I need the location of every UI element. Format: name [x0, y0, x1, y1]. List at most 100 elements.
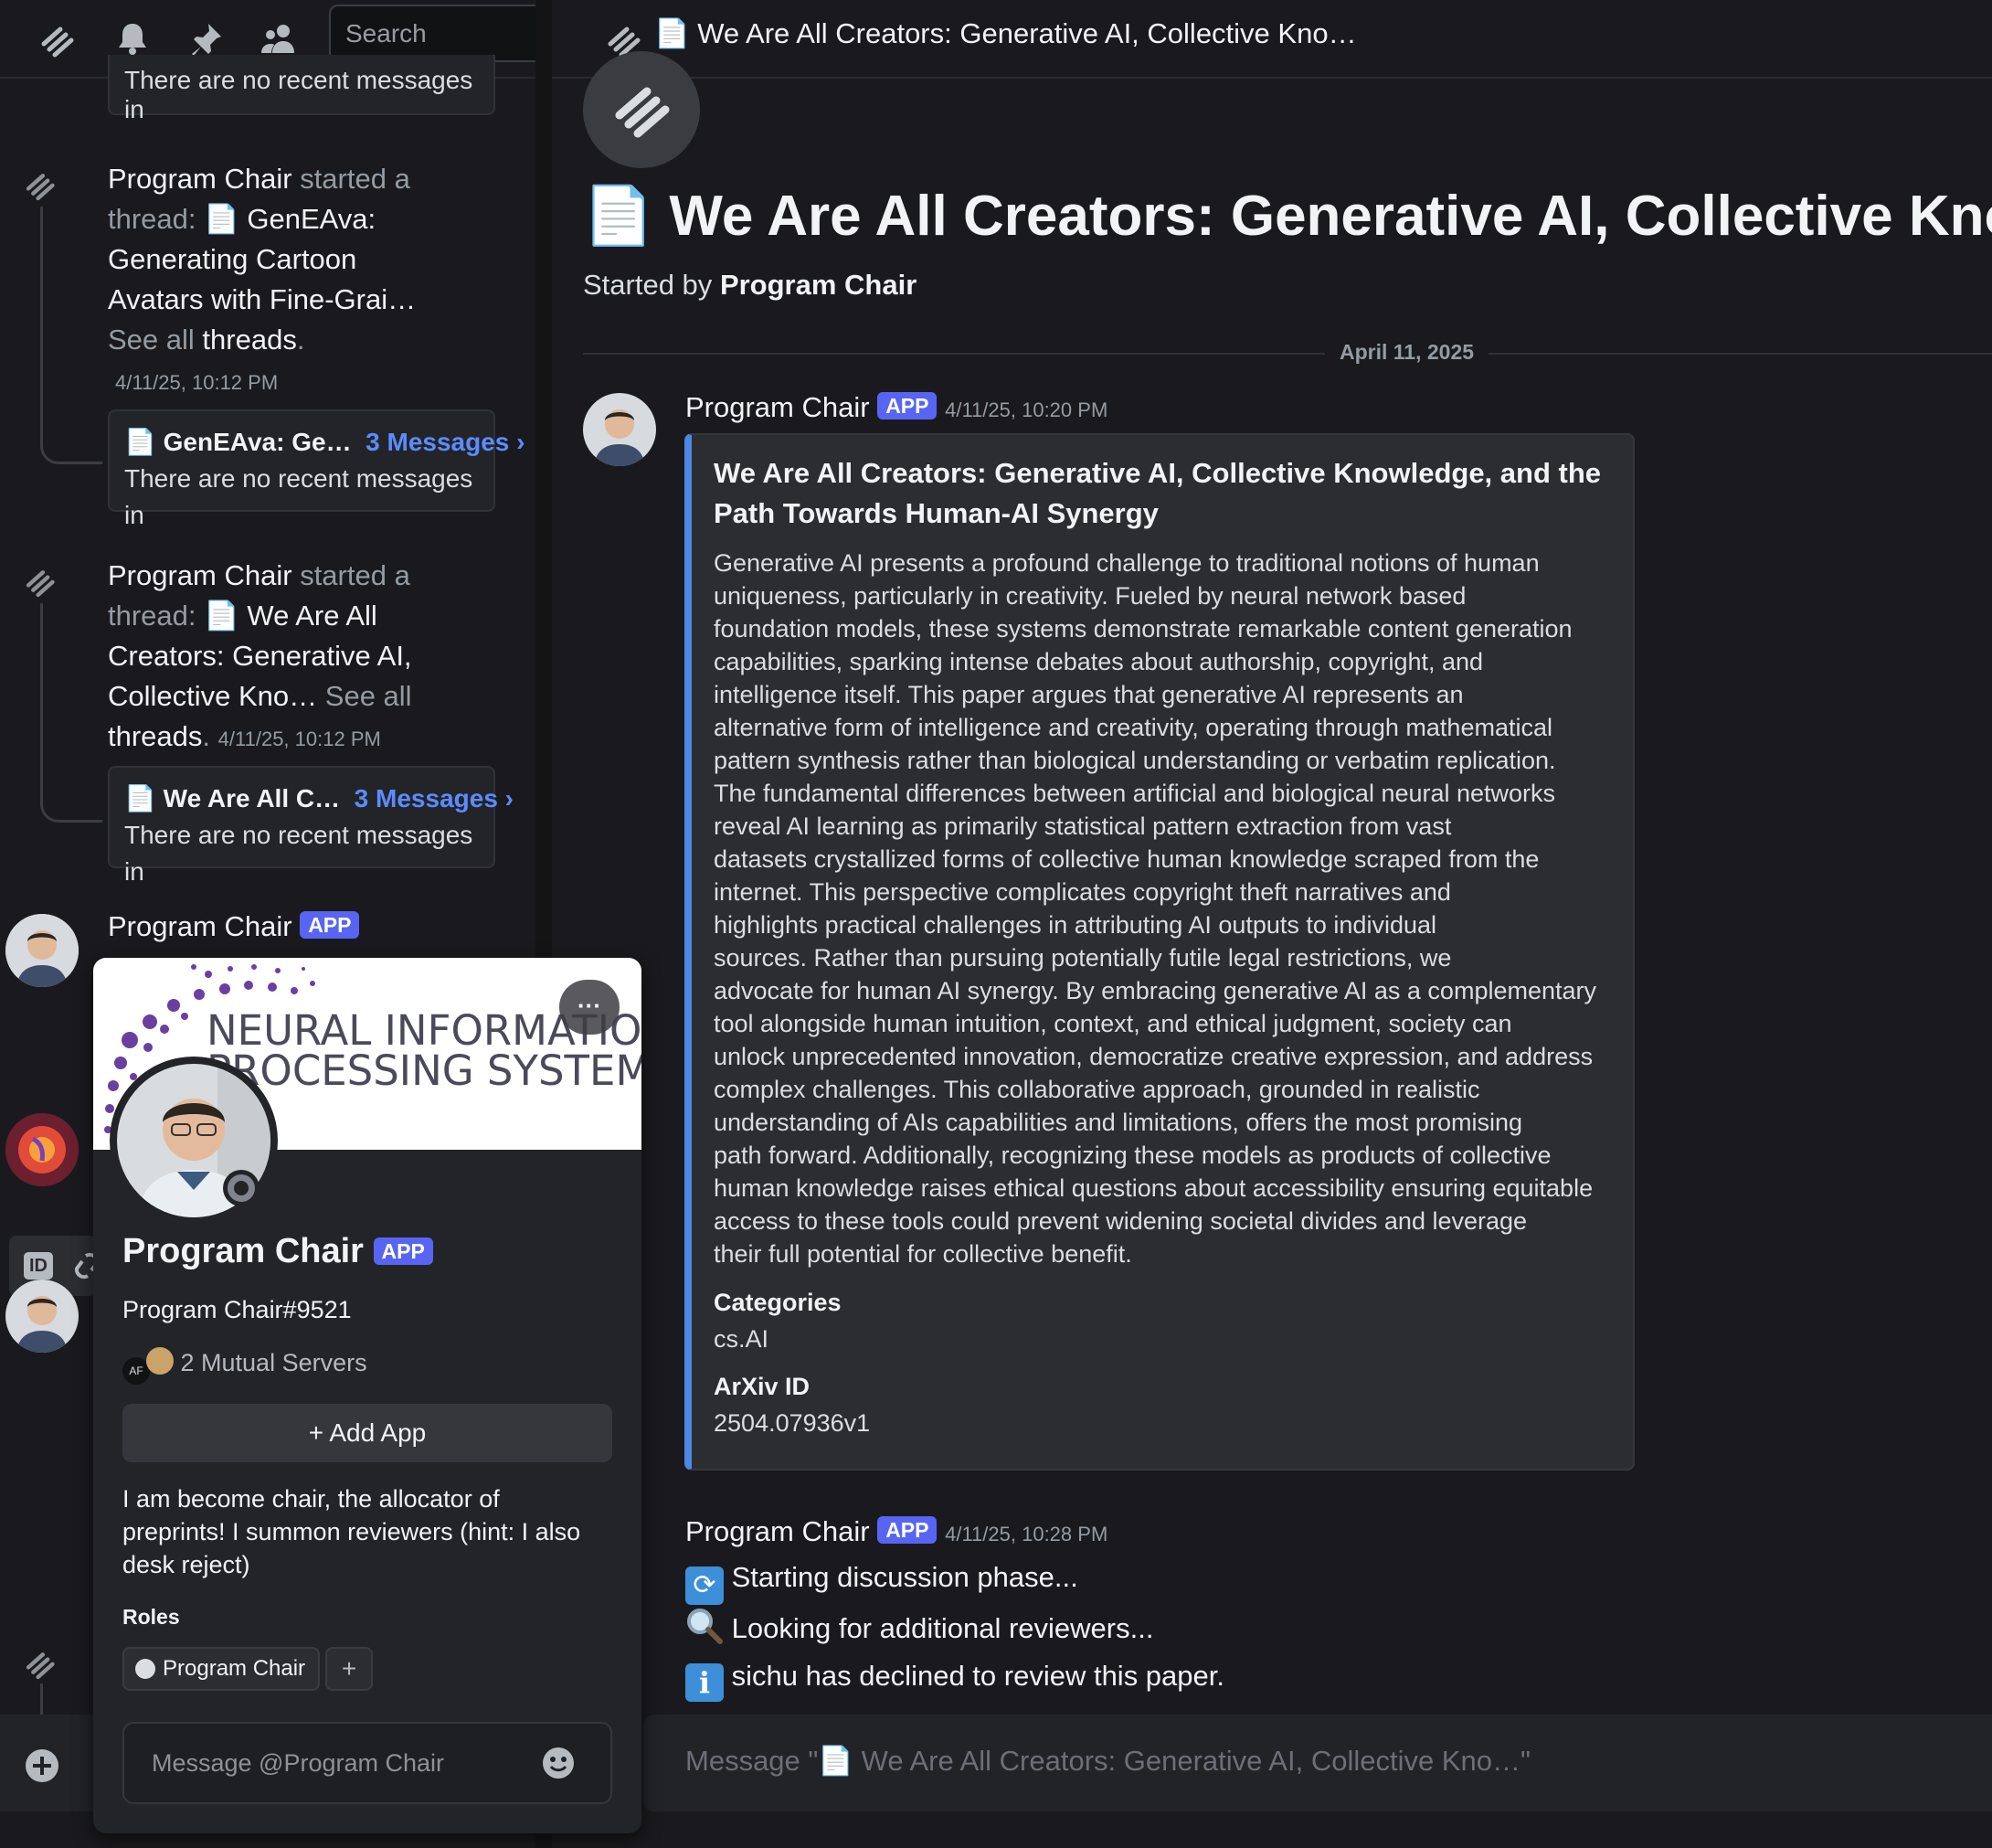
embed-field-name: ArXiv ID: [714, 1373, 811, 1400]
status-indicator: [223, 1170, 260, 1206]
abstract-line: sources. Rather than pursuing potentiall…: [714, 944, 1452, 972]
thread-preview-text: There are no recent messages in: [124, 464, 473, 529]
search-input[interactable]: Search: [329, 5, 548, 62]
id-icon[interactable]: ID: [24, 1252, 53, 1280]
profile-username: Program Chair#9521: [122, 1296, 352, 1323]
threads-icon: [22, 165, 62, 205]
message-header: Program Chair APP 4/11/25, 10:20 PM: [685, 391, 1107, 424]
message-body: ⟳ Starting discussion phase... Looking f…: [685, 1554, 1224, 1702]
plus-circle-icon[interactable]: [24, 1747, 60, 1784]
thread-preview-card[interactable]: 📄 GenEAva: Ge… 3 Messages › There are no…: [108, 409, 524, 529]
author-name[interactable]: Program Chair: [108, 163, 292, 195]
thread-view: 📄 We Are All Creators: Generative AI, Co…: [552, 0, 1992, 1848]
more-options-button[interactable]: ···: [559, 980, 620, 1035]
message-line: ⟳ Starting discussion phase...: [685, 1554, 1224, 1605]
date-divider-line: [583, 353, 1992, 355]
app-badge: APP: [300, 911, 360, 939]
message-composer[interactable]: Message "📄 We Are All Creators: Generati…: [643, 1715, 1992, 1811]
abstract-line: understanding of AIs capabilities and li…: [714, 1109, 1522, 1136]
message-line: i sichu has declined to review this pape…: [685, 1652, 1224, 1702]
message-header: Program Chair APP: [108, 910, 360, 943]
author-name[interactable]: Program Chair: [720, 269, 917, 301]
abstract-line: complex challenges. This collaborative a…: [714, 1076, 1480, 1103]
abstract-line: access to these tools could prevent wide…: [714, 1207, 1528, 1235]
message-line: Looking for additional reviewers...: [685, 1605, 1224, 1652]
abstract-line: uniqueness, particularly in creativity. …: [714, 582, 1467, 610]
popup-message-input[interactable]: Message @Program Chair: [122, 1722, 612, 1804]
thread-card-title: We Are All C…: [163, 784, 341, 812]
document-icon: 📄: [204, 203, 239, 235]
abstract-line: human knowledge raises ethical questions…: [714, 1174, 1594, 1202]
embed-field-name: Categories: [714, 1289, 842, 1316]
avatar[interactable]: [5, 914, 79, 987]
abstract-line: advocate for human AI synergy. By embrac…: [714, 977, 1597, 1004]
abstract-line: alternative form of intelligence and cre…: [714, 714, 1552, 741]
abstract-line: Generative AI presents a profound challe…: [714, 549, 1540, 577]
embed-field-value: 2504.07936v1: [714, 1409, 871, 1437]
role-pill[interactable]: Program Chair: [122, 1647, 321, 1691]
profile-name: Program Chair: [122, 1232, 364, 1270]
abstract-line: internet. This perspective complicates c…: [714, 878, 1451, 906]
app-badge: APP: [877, 392, 938, 420]
thread-preview-card[interactable]: 📄 We Are All C… 3 Messages › There are n…: [108, 766, 514, 886]
thread-header: 📄 We Are All Creators: Generative AI, Co…: [552, 0, 1992, 79]
thread-started-notice: Program Chair started a thread: 📄 We Are…: [108, 559, 412, 752]
thread-preview-text: There are no recent messages in: [124, 821, 473, 886]
thread-card-title: GenEAva: Ge…: [163, 428, 352, 456]
profile-name-row: Program Chair APP: [122, 1232, 433, 1271]
roles-heading: Roles: [122, 1605, 180, 1629]
popup-message-placeholder: Message @Program Chair: [152, 1749, 445, 1777]
thread-connector: [40, 603, 102, 823]
info-emoji-icon: i: [685, 1663, 724, 1702]
abstract-line: tool alongside human intuition, context,…: [714, 1010, 1512, 1037]
see-all-threads-link[interactable]: threads: [108, 720, 202, 752]
add-app-button[interactable]: + Add App: [122, 1404, 612, 1462]
thread-icon-circle: [583, 51, 700, 168]
abstract-line: highlights practical challenges in attri…: [714, 911, 1436, 939]
author-name[interactable]: Program Chair: [108, 559, 292, 591]
embed-abstract: Generative AI presents a profound challe…: [714, 547, 1596, 1270]
abstract-line: datasets crystallized forms of collectiv…: [714, 845, 1540, 873]
see-all-threads-link[interactable]: threads: [202, 324, 296, 356]
profile-bio: I am become chair, the allocator of prep…: [122, 1485, 581, 1578]
profile-popup: NEURAL INFORMATION PROCESSING SYSTEMS ··…: [93, 958, 641, 1833]
plus-icon: +: [308, 1418, 324, 1447]
app-badge: APP: [373, 1237, 433, 1265]
abstract-line: The fundamental differences between arti…: [714, 780, 1556, 807]
abstract-line: unlock unprecedented innovation, democra…: [714, 1043, 1594, 1070]
abstract-line: foundation models, these systems demonst…: [714, 615, 1573, 643]
avatar[interactable]: [583, 393, 656, 466]
messages-count-link[interactable]: 3 Messages ›: [366, 428, 524, 456]
author-name[interactable]: Program Chair: [685, 1515, 870, 1547]
message-header: Program Chair APP 4/11/25, 10:28 PM: [685, 1515, 1107, 1548]
messages-count-link[interactable]: 3 Messages ›: [355, 784, 514, 812]
abstract-line: pattern synthesis rather than biological…: [714, 747, 1556, 774]
date-divider: April 11, 2025: [1325, 340, 1489, 365]
thread-preview-card[interactable]: There are no recent messages in: [108, 55, 495, 123]
abstract-line: their full potential for collective bene…: [714, 1240, 1132, 1268]
embed-title: We Are All Creators: Generative AI, Coll…: [714, 457, 1602, 529]
abstract-line: path forward. Additionally, recognizing …: [714, 1142, 1552, 1169]
document-icon: 📄: [124, 784, 156, 812]
refresh-emoji-icon: ⟳: [685, 1567, 724, 1605]
emoji-icon[interactable]: [541, 1746, 576, 1780]
add-role-button[interactable]: +: [325, 1647, 373, 1691]
app-badge: APP: [877, 1516, 938, 1544]
embed-field-value: cs.AI: [714, 1325, 769, 1353]
composer-placeholder: Message "📄 We Are All Creators: Generati…: [685, 1745, 1531, 1777]
timestamp: 4/11/25, 10:12 PM: [217, 728, 381, 750]
threads-icon: [22, 1643, 62, 1683]
thread-preview-text: There are no recent messages in: [124, 66, 473, 123]
magnifier-emoji-icon: [685, 1607, 724, 1645]
paper-embed: We Are All Creators: Generative AI, Coll…: [684, 433, 1635, 1471]
timestamp: 4/11/25, 10:20 PM: [945, 398, 1108, 421]
threads-icon[interactable]: [37, 16, 82, 62]
mutual-servers[interactable]: AF 2 Mutual Servers: [122, 1347, 367, 1385]
author-name[interactable]: Program Chair: [108, 910, 292, 942]
header-title: 📄 We Are All Creators: Generative AI, Co…: [654, 17, 1357, 49]
avatar[interactable]: [5, 1280, 79, 1353]
abstract-line: reveal AI learning as primarily statisti…: [714, 812, 1452, 840]
server-avatar[interactable]: [5, 1113, 79, 1186]
author-name[interactable]: Program Chair: [685, 391, 870, 423]
threads-icon: [22, 561, 62, 601]
